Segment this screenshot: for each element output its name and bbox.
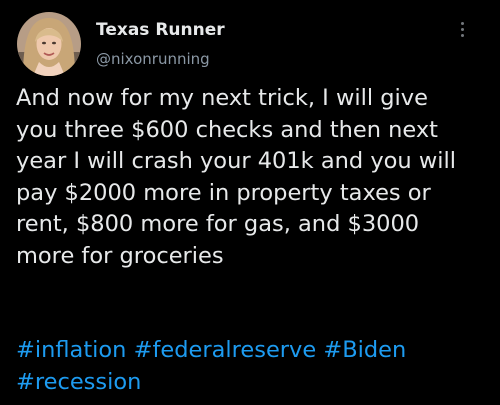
tweet-text-line: And now for my next trick, I will give xyxy=(16,85,428,111)
tweet-text-line: more for groceries xyxy=(16,242,224,269)
profile-photo-icon xyxy=(17,12,81,76)
hashtag-federalreserve[interactable]: #federalreserve xyxy=(134,337,317,363)
tweet-text-line: rent, $800 more for gas, and $3000 xyxy=(16,211,420,237)
display-name[interactable]: Texas Runner xyxy=(96,20,225,40)
hashtag-biden[interactable]: #Biden xyxy=(323,337,406,363)
hashtag-recession[interactable]: #recession xyxy=(16,369,141,395)
hashtag-list: #inflation #federalreserve #Biden #reces… xyxy=(16,335,494,398)
hashtag-inflation[interactable]: #inflation xyxy=(16,337,126,363)
avatar[interactable] xyxy=(17,12,81,76)
user-handle[interactable]: @nixonrunning xyxy=(96,50,210,68)
tweet-text-line: you three $600 checks and then next xyxy=(16,116,438,143)
tweet-card: Texas Runner @nixonrunning And now for m… xyxy=(0,0,500,405)
more-options-icon[interactable] xyxy=(459,22,467,40)
tweet-text-line: pay $2000 more in property taxes or xyxy=(16,179,431,206)
tweet-text: And now for my next trick, I will give y… xyxy=(16,83,494,272)
tweet-text-line: year I will crash your 401k and you will xyxy=(16,148,456,174)
